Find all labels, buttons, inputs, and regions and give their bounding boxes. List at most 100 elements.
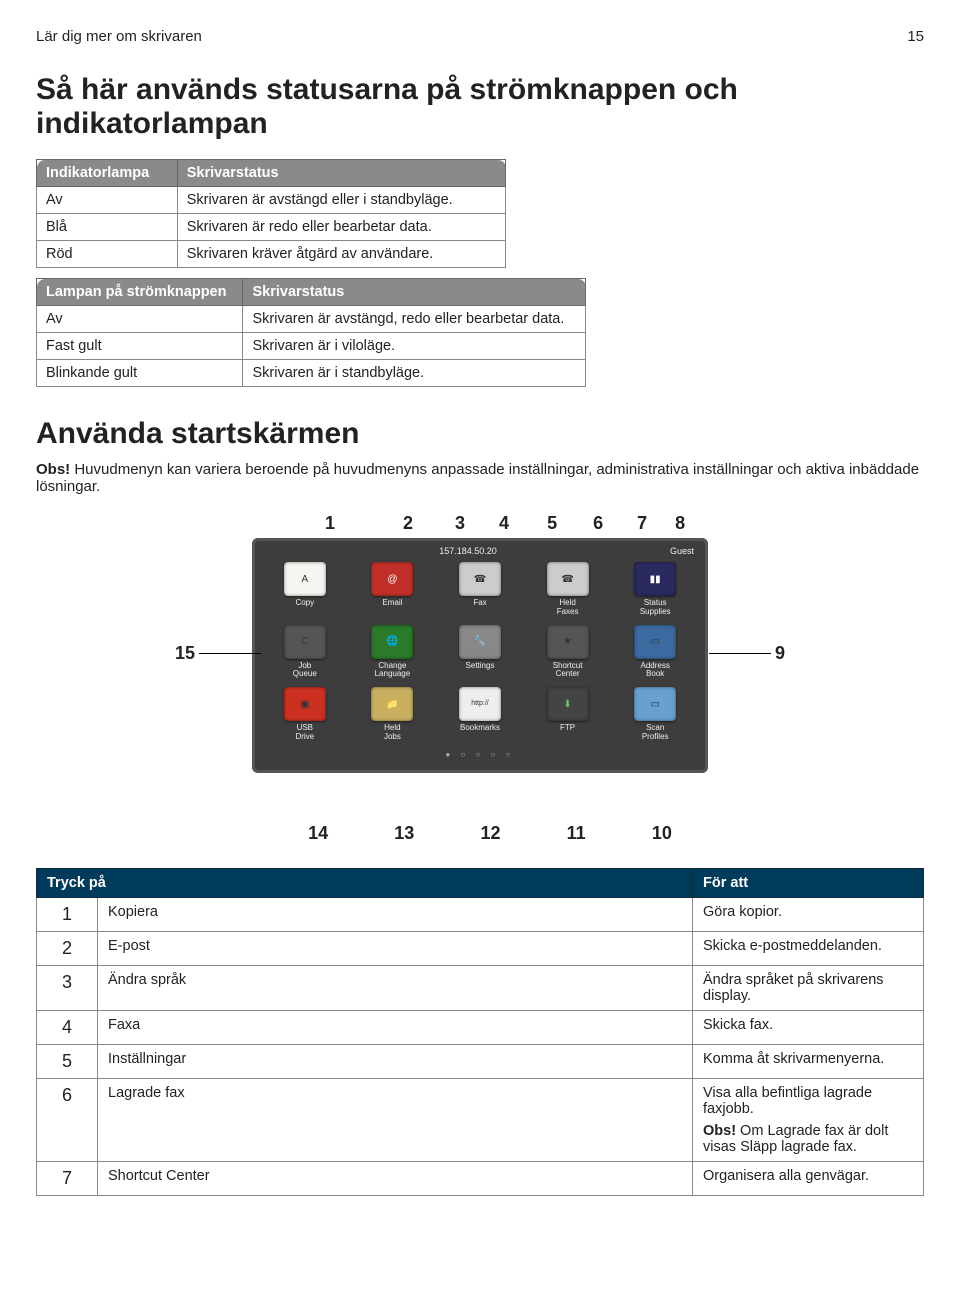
email-icon: @ [371, 562, 413, 596]
held-icon: ☎ [547, 562, 589, 596]
action-desc: Göra kopior. [693, 897, 924, 931]
bottom-leaders [275, 773, 705, 799]
section-heading: Använda startskärmen [36, 417, 924, 451]
th-lampan: Lampan på strömknappen [37, 279, 243, 306]
action-name: Ändra språk [98, 965, 693, 1010]
tile-status-supplies[interactable]: ▮▮ StatusSupplies [616, 562, 694, 617]
action-name: E-post [98, 931, 693, 965]
action-name: Kopiera [98, 897, 693, 931]
action-name: Shortcut Center [98, 1161, 693, 1195]
header-right: 15 [907, 28, 924, 45]
t1-r2c0: Röd [37, 241, 178, 268]
tile-held-faxes[interactable]: ☎HeldFaxes [529, 562, 607, 617]
page-title: Så här används statusarna på strömknappe… [36, 73, 924, 141]
th-skrivarstatus1: Skrivarstatus [177, 160, 505, 187]
shortcut-icon: ★ [547, 625, 589, 659]
tile-held-jobs[interactable]: 📁 HeldJobs [354, 687, 432, 742]
action-num: 5 [37, 1044, 98, 1078]
action-name: Faxa [98, 1010, 693, 1044]
indicator-lamp-table: Indikatorlampa Skrivarstatus AvSkrivaren… [36, 159, 506, 268]
th-indikatorlampa: Indikatorlampa [37, 160, 178, 187]
callout-4: 4 [499, 513, 509, 534]
action-desc: Komma åt skrivarmenyerna. [693, 1044, 924, 1078]
leader-left [199, 653, 261, 654]
tile-change-language[interactable]: 🌐 ChangeLanguage [354, 625, 432, 680]
tile-label: ChangeLanguage [354, 662, 432, 680]
tile-label: HeldJobs [354, 724, 432, 742]
set-icon: 🔧 [459, 625, 501, 659]
t1-r0c0: Av [37, 187, 178, 214]
callout-15: 15 [175, 643, 195, 664]
hjobs-icon: 📁 [371, 687, 413, 721]
status-icon: ▮▮ [634, 562, 676, 596]
tile-label: ShortcutCenter [529, 662, 607, 680]
actions-table: Tryck på För att 1KopieraGöra kopior.2E-… [36, 868, 924, 1196]
tile-job-queue[interactable]: C JobQueue [266, 625, 344, 680]
callout-9: 9 [775, 643, 785, 664]
tile-ftp[interactable]: ⬇FTP [529, 687, 607, 742]
home-screen-figure: 1 2 3 4 5 6 7 8 15 9 157.184.50.20 Guest… [175, 513, 785, 844]
action-num: 4 [37, 1010, 98, 1044]
tile-usb-drive[interactable]: ▣USBDrive [266, 687, 344, 742]
tile-label: Fax [441, 599, 519, 608]
power-button-lamp-table: Lampan på strömknappen Skrivarstatus AvS… [36, 278, 586, 387]
t1-r1c1: Skrivaren är redo eller bearbetar data. [177, 214, 505, 241]
tile-label: Email [354, 599, 432, 608]
lang-icon: 🌐 [371, 625, 413, 659]
tile-label: StatusSupplies [616, 599, 694, 617]
jobq-icon: C [284, 625, 326, 659]
action-desc: Organisera alla genvägar. [693, 1161, 924, 1195]
leader-right [709, 653, 771, 654]
page-header: Lär dig mer om skrivaren 15 [36, 28, 924, 45]
addr-icon: ▭ [634, 625, 676, 659]
action-num: 3 [37, 965, 98, 1010]
tile-label: Settings [441, 662, 519, 671]
t2-r1c1: Skrivaren är i viloläge. [243, 333, 586, 360]
tile-email[interactable]: @ Email [354, 562, 432, 617]
tile-label: ScanProfiles [616, 724, 694, 742]
tile-scan-profiles[interactable]: ▭ ScanProfiles [616, 687, 694, 742]
note-bold: Obs! [36, 461, 70, 478]
tile-settings[interactable]: 🔧 Settings [441, 625, 519, 680]
copy-icon: A [284, 562, 326, 596]
tile-copy[interactable]: A Copy [266, 562, 344, 617]
scan-icon: ▭ [634, 687, 676, 721]
bottom-callouts: 14 13 12 11 10 [275, 823, 705, 844]
action-name: Lagrade fax [98, 1078, 693, 1161]
callout-13: 13 [394, 823, 414, 844]
note-text: Huvudmenyn kan variera beroende på huvud… [36, 461, 919, 495]
header-left: Lär dig mer om skrivaren [36, 28, 202, 45]
t2-r2c0: Blinkande gult [37, 360, 243, 387]
th-tryck-pa: Tryck på [37, 868, 693, 897]
tile-address-book[interactable]: ▭AddressBook [616, 625, 694, 680]
t2-r0c0: Av [37, 306, 243, 333]
tile-label: JobQueue [266, 662, 344, 680]
th-for-att: För att [693, 868, 924, 897]
callout-12: 12 [480, 823, 500, 844]
screen-ip: 157.184.50.20 [439, 546, 497, 556]
note-paragraph: Obs! Huvudmenyn kan variera beroende på … [36, 461, 924, 495]
usb-icon: ▣ [284, 687, 326, 721]
tile-shortcut-center[interactable]: ★ ShortcutCenter [529, 625, 607, 680]
callout-1: 1 [325, 513, 335, 534]
t1-r1c0: Blå [37, 214, 178, 241]
tile-label: Bookmarks [441, 724, 519, 733]
tile-label: FTP [529, 724, 607, 733]
callout-11: 11 [567, 823, 586, 844]
action-desc: Ändra språket på skrivarens display. [693, 965, 924, 1010]
page-indicator-dots: ● ○ ○ ○ ○ [260, 750, 700, 759]
action-num: 6 [37, 1078, 98, 1161]
fax-icon: ☎ [459, 562, 501, 596]
tile-bookmarks[interactable]: http:// Bookmarks [441, 687, 519, 742]
tile-label: Copy [266, 599, 344, 608]
book-icon: http:// [459, 687, 501, 721]
callout-5: 5 [547, 513, 557, 534]
t2-r2c1: Skrivaren är i standbyläge. [243, 360, 586, 387]
t2-r1c0: Fast gult [37, 333, 243, 360]
callout-6: 6 [593, 513, 603, 534]
callout-7: 7 [637, 513, 647, 534]
tile-fax[interactable]: ☎ Fax [441, 562, 519, 617]
action-name: Inställningar [98, 1044, 693, 1078]
action-num: 1 [37, 897, 98, 931]
callout-14: 14 [308, 823, 328, 844]
